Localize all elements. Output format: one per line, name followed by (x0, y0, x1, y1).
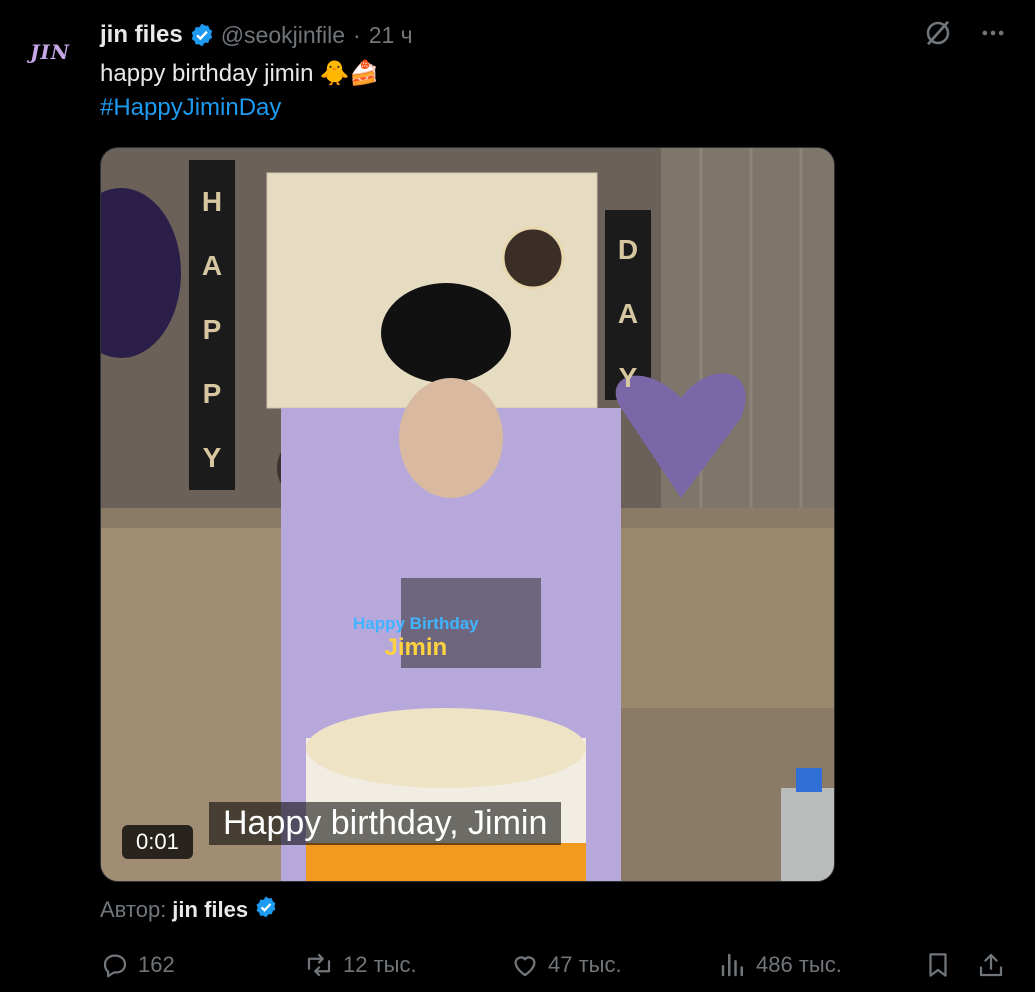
video-subtitle: Happy birthday, Jimin (209, 802, 562, 845)
repost-icon (303, 950, 335, 980)
banner-left: H A P P Y (189, 170, 235, 490)
share-button[interactable] (976, 945, 1006, 985)
views-count: 486 тыс. (756, 952, 842, 977)
grok-icon[interactable] (923, 18, 953, 48)
author-name[interactable]: jin files (100, 21, 183, 49)
media-attribution: Автор: jin files (100, 895, 278, 925)
banner-letter: Y (202, 442, 222, 473)
banner-letter: P (202, 378, 222, 409)
share-icon (976, 950, 1006, 980)
author-handle[interactable]: @seokjinfile (221, 22, 345, 49)
bookmark-button[interactable] (923, 945, 953, 985)
verified-icon (254, 895, 278, 925)
repost-count: 12 тыс. (343, 952, 417, 977)
banner-letter: P (202, 314, 222, 345)
action-bar: 162 12 тыс. 47 тыс. 486 тыс. (100, 945, 1010, 985)
verified-icon (189, 22, 215, 48)
banner-letter: A (617, 298, 639, 329)
banner-letter: D (617, 234, 639, 265)
video-player[interactable]: H A P P Y D A Y Happy Birthday Jimin Hap… (100, 147, 835, 882)
hashtag-link[interactable]: #HappyJiminDay (100, 91, 379, 125)
video-duration: 0:01 (122, 825, 193, 859)
tweet-body: happy birthday jimin 🐥🍰 #HappyJiminDay (100, 56, 379, 125)
attribution-name[interactable]: jin files (172, 897, 248, 923)
more-icon[interactable] (979, 19, 1007, 47)
banner-letter: H (201, 186, 223, 217)
like-button[interactable]: 47 тыс. (510, 945, 622, 985)
reply-button[interactable]: 162 (100, 945, 175, 985)
tweet-time[interactable]: 21 ч (369, 22, 413, 49)
reply-count: 162 (138, 952, 175, 977)
like-count: 47 тыс. (548, 952, 622, 977)
banner-letter: A (201, 250, 223, 281)
tweet-emojis: 🐥🍰 (319, 59, 380, 87)
banner-letter: Y (618, 362, 638, 393)
attribution-prefix: Автор: (100, 897, 167, 922)
tweet-header: jin files @seokjinfile · 21 ч (100, 18, 413, 52)
birthday-sticker: Happy Birthday Jimin (353, 614, 479, 662)
views-icon (718, 950, 748, 980)
like-icon (510, 950, 540, 980)
sticker-line2: Jimin (384, 634, 448, 661)
banner-right: D A Y (605, 218, 651, 410)
views-button[interactable]: 486 тыс. (718, 945, 842, 985)
bookmark-icon (923, 950, 953, 980)
repost-button[interactable]: 12 тыс. (303, 945, 417, 985)
sticker-line1: Happy Birthday (353, 614, 479, 633)
separator-dot: · (353, 21, 361, 48)
reply-icon (100, 950, 130, 980)
tweet-text: happy birthday jimin (100, 60, 314, 87)
avatar[interactable]: JIN (22, 30, 78, 74)
